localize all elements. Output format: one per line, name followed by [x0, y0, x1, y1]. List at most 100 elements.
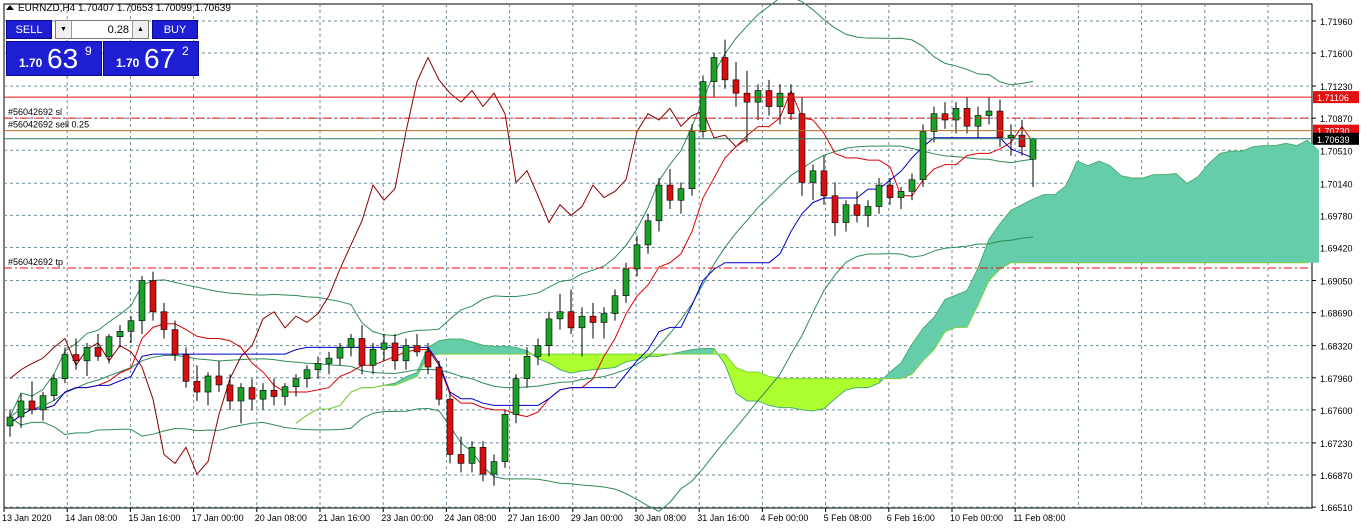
x-tick-label: 20 Jan 08:00: [255, 513, 307, 523]
y-tick-label: 1.71230: [1320, 82, 1353, 92]
candle-body: [358, 338, 366, 366]
candle-body: [1007, 134, 1015, 139]
kumo-bull-segment: [1275, 143, 1286, 263]
kumo-bull-segment: [1055, 185, 1066, 263]
buy-button[interactable]: BUY: [152, 20, 198, 39]
kumo-bull-segment: [1154, 174, 1165, 263]
kumo-bull-segment: [1297, 140, 1308, 263]
symbol-info: EURNZD,H4 1.70407 1.70653 1.70099 1.7063…: [6, 3, 231, 14]
kumo-bull-segment: [1187, 176, 1198, 263]
candle-body: [303, 369, 311, 379]
candle-body: [259, 389, 267, 400]
candle-body: [380, 342, 388, 350]
sell-price-button[interactable]: 1.70 63 9: [6, 41, 102, 76]
y-tick-label: 1.66870: [1320, 471, 1353, 481]
kumo-bull-segment: [1143, 174, 1154, 263]
kumo-bear-segment: [780, 378, 791, 408]
kumo-bear-segment: [582, 354, 593, 371]
candle-body: [743, 92, 751, 103]
kumo-bull-segment: [1022, 199, 1033, 263]
candle-body: [160, 311, 168, 330]
y-tick-label: 1.70510: [1320, 146, 1353, 156]
candle-body: [446, 398, 454, 455]
candle-body: [215, 375, 223, 386]
x-tick-label: 27 Jan 16:00: [508, 513, 560, 523]
candle-body: [292, 378, 300, 387]
sell-price-sup: 9: [85, 44, 92, 58]
y-tick-label: 1.67230: [1320, 439, 1353, 449]
candle-body: [314, 363, 322, 371]
candle-body: [72, 354, 80, 362]
kumo-bear-segment: [571, 354, 582, 374]
buy-price-sup: 2: [182, 44, 189, 58]
candle-body: [787, 92, 795, 115]
candle-body: [908, 179, 916, 192]
kumo-bear-segment: [802, 378, 813, 411]
kumo-bull-segment: [1176, 173, 1187, 263]
candle-body: [776, 92, 784, 107]
kumo-bull-segment: [1132, 177, 1143, 263]
candle-body: [83, 347, 91, 362]
candle-body: [930, 113, 938, 132]
lot-size-stepper[interactable]: ▼ ▲: [55, 20, 149, 39]
lot-decrease-icon[interactable]: ▼: [56, 21, 72, 38]
candle-body: [325, 357, 333, 364]
y-tick-label: 1.69780: [1320, 211, 1353, 221]
order-line-label: #56042692 tp: [8, 257, 63, 267]
candle-body: [248, 387, 256, 400]
candle-body: [193, 381, 201, 393]
y-tick-label: 1.70870: [1320, 114, 1353, 124]
candle-body: [677, 188, 685, 201]
candle-body: [798, 113, 806, 183]
candle-body: [578, 315, 586, 329]
candle-body: [435, 366, 443, 400]
candle-body: [402, 345, 410, 362]
price-tag-label: 1.70639: [1317, 135, 1350, 145]
kumo-bear-segment: [791, 378, 802, 410]
y-tick-label: 1.68690: [1320, 309, 1353, 319]
candle-body: [204, 375, 212, 393]
candle-body: [127, 320, 135, 332]
buy-price-button[interactable]: 1.70 67 2: [103, 41, 199, 76]
kumo-bull-segment: [1209, 153, 1220, 263]
candle-body: [831, 195, 839, 223]
kumo-bull-segment: [1220, 151, 1231, 263]
kumo-bull-segment: [1264, 145, 1275, 263]
candle-body: [721, 57, 729, 81]
collapse-triangle-icon[interactable]: [6, 5, 14, 10]
lot-increase-icon[interactable]: ▲: [132, 21, 148, 38]
candle-body: [457, 454, 465, 464]
candle-body: [567, 311, 575, 329]
y-tick-label: 1.67960: [1320, 374, 1353, 384]
sell-price-prefix: 1.70: [19, 56, 43, 70]
x-tick-label: 11 Feb 08:00: [1013, 513, 1065, 523]
lot-size-input[interactable]: [72, 21, 132, 38]
candle-body: [105, 336, 113, 357]
candle-body: [545, 318, 553, 346]
chart-area[interactable]: 1.71960 1.71600 1.71230 1.70870 1.70510 1.701…: [0, 0, 1362, 527]
x-tick-label: 29 Jan 00:00: [571, 513, 623, 523]
candle-body: [985, 110, 993, 116]
buy-price-big: 67: [144, 43, 176, 74]
candle-body: [281, 386, 289, 397]
candle-body: [336, 347, 344, 359]
y-tick-label: 1.68320: [1320, 342, 1353, 352]
kumo-bull-segment: [1077, 161, 1088, 263]
kumo-bull-segment: [945, 295, 956, 332]
candle-body: [347, 338, 355, 348]
candle-body: [226, 384, 234, 402]
candle-body: [963, 108, 971, 127]
candle-body: [886, 184, 894, 198]
kumo-bull-segment: [1308, 140, 1319, 263]
candle-body: [270, 389, 278, 397]
candle-body: [468, 447, 476, 464]
x-tick-label: 15 Jan 16:00: [128, 513, 180, 523]
candle-body: [501, 414, 509, 462]
kumo-bull-segment: [1121, 175, 1132, 263]
candle-body: [710, 57, 718, 82]
x-tick-label: 21 Jan 16:00: [318, 513, 370, 523]
price-chart[interactable]: 1.719601.716001.712301.708701.705101.701…: [0, 0, 1362, 527]
kumo-bear-segment: [758, 371, 769, 406]
sell-button[interactable]: SELL: [6, 20, 52, 39]
candle-body: [765, 90, 773, 107]
